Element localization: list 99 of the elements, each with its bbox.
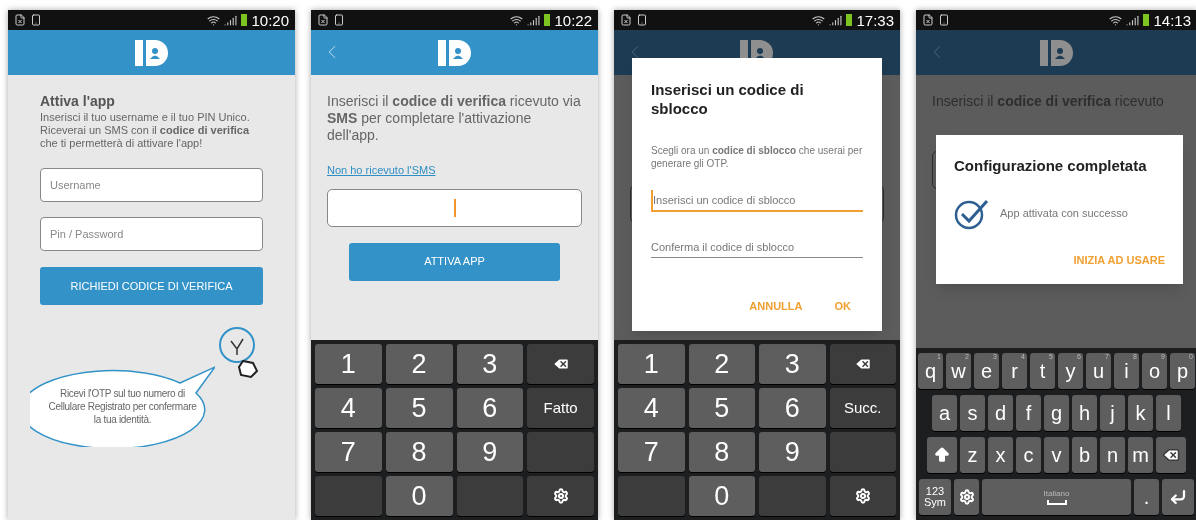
text-cursor: [453, 198, 456, 217]
dialog-title: Configurazione completata: [954, 156, 1148, 176]
battery-icon: [1143, 14, 1150, 26]
digit-key[interactable]: 9: [456, 432, 524, 472]
letter-key[interactable]: s: [960, 395, 985, 431]
digit-key[interactable]: 1: [618, 344, 685, 384]
letter-key[interactable]: k: [1128, 395, 1153, 431]
enter-icon: [1169, 488, 1187, 506]
letter-key[interactable]: .: [1134, 479, 1159, 515]
instructions-text: Inserisci il tuo username e il tuo PIN Unico. Riceverai un SMS con il codice di verifica che ti permetterà di attivare l'app!: [40, 111, 251, 150]
digit-key[interactable]: 2: [688, 344, 755, 384]
space-key[interactable]: Italiano: [982, 479, 1131, 515]
settings-key[interactable]: [954, 479, 979, 515]
signal-icon: [1126, 13, 1140, 27]
letter-key[interactable]: v: [1044, 437, 1069, 473]
shift-icon: [933, 446, 951, 464]
document-icon: [922, 14, 934, 26]
text-field[interactable]: Username: [40, 168, 263, 202]
digit-key[interactable]: 2: [385, 344, 453, 384]
screen-heading: Attiva l'app: [40, 93, 116, 109]
status-time: 10:22: [554, 12, 592, 28]
enter-key[interactable]: [1162, 479, 1194, 515]
unlock-code-field[interactable]: Inserisci un codice di sblocco: [651, 190, 863, 212]
digit-key[interactable]: 5: [385, 388, 453, 428]
status-time: 10:20: [251, 12, 289, 28]
logo-icon: [437, 39, 472, 66]
instructions-text: Inserisci il codice di verifica ricevuto via SMS per completare l'attivazione dell'app.: [327, 93, 582, 144]
unlock-code-field[interactable]: Conferma il codice di sblocco: [651, 236, 863, 258]
wifi-icon: [510, 13, 524, 27]
phone-icon: [636, 14, 648, 26]
settings-key[interactable]: [527, 476, 594, 516]
settings-icon: [854, 488, 871, 504]
letter-key[interactable]: z: [960, 437, 985, 473]
dialog-title: Inserisci un codice di sblocco: [651, 80, 805, 118]
wifi-icon: [812, 13, 826, 27]
document-icon: [317, 14, 329, 26]
phone-icon: [938, 14, 950, 26]
letter-key[interactable]: l: [1156, 395, 1181, 431]
digit-key[interactable]: 1: [315, 344, 382, 384]
letter-key[interactable]: b: [1072, 437, 1097, 473]
digit-key[interactable]: 0: [385, 476, 453, 516]
backspace-key[interactable]: [1156, 437, 1186, 473]
symbols-key[interactable]: 123 Sym: [919, 479, 951, 515]
signal-icon: [527, 13, 541, 27]
signal-icon: [224, 13, 238, 27]
letter-key[interactable]: j: [1100, 395, 1125, 431]
signal-icon: [829, 13, 843, 27]
document-icon: [14, 14, 26, 26]
letter-key[interactable]: m: [1128, 437, 1153, 473]
battery-icon: [846, 14, 853, 26]
digit-key[interactable]: 3: [759, 344, 826, 384]
dialog-message: App attivata con successo: [1000, 206, 1128, 222]
letter-key[interactable]: g: [1044, 395, 1069, 431]
letter-key[interactable]: c: [1016, 437, 1041, 473]
status-time: 14:13: [1153, 12, 1191, 28]
letter-key[interactable]: a: [932, 395, 957, 431]
digit-key[interactable]: 3: [456, 344, 524, 384]
digit-key[interactable]: 9: [759, 432, 826, 472]
settings-icon: [552, 488, 569, 504]
dialog-text: Scegli ora un codice di sblocco che userai per generare gli OTP.: [651, 144, 863, 170]
digit-key[interactable]: 4: [618, 388, 685, 428]
text-field[interactable]: Pin / Password: [40, 217, 263, 251]
phone-icon: [333, 14, 345, 26]
check-circle-icon: [954, 197, 990, 230]
backspace-icon: [1162, 446, 1180, 464]
digit-key[interactable]: 4: [315, 388, 382, 428]
action-key[interactable]: Succ.: [829, 388, 896, 428]
battery-icon: [241, 14, 248, 26]
document-icon: [620, 14, 632, 26]
letter-key[interactable]: n: [1100, 437, 1125, 473]
wifi-icon: [1109, 13, 1123, 27]
tip-text: Ricevi l'OTP sul tuo numero di Cellulare Registrato per confermare la tua identità.: [47, 386, 198, 426]
digit-key[interactable]: 8: [688, 432, 755, 472]
digit-key[interactable]: 5: [688, 388, 755, 428]
backspace-key[interactable]: [829, 344, 896, 384]
logo-icon: [134, 39, 169, 66]
logo-icon: [1039, 39, 1074, 66]
action-key[interactable]: Fatto: [527, 388, 594, 428]
letter-key[interactable]: f: [1016, 395, 1041, 431]
request-code-button[interactable]: RICHIEDI CODICE DI VERIFICA: [40, 267, 263, 305]
code-field[interactable]: [327, 188, 582, 227]
letter-key[interactable]: x: [988, 437, 1013, 473]
digit-key[interactable]: 6: [456, 388, 524, 428]
status-time: 17:33: [856, 12, 894, 28]
shift-key[interactable]: [927, 437, 957, 473]
wifi-icon: [207, 13, 221, 27]
digit-key[interactable]: 6: [759, 388, 826, 428]
phone-icon: [30, 14, 42, 26]
digit-key[interactable]: 7: [315, 432, 382, 472]
backspace-key[interactable]: [527, 344, 594, 384]
letter-key[interactable]: d: [988, 395, 1013, 431]
battery-icon: [544, 14, 551, 26]
settings-icon: [958, 489, 975, 505]
settings-key[interactable]: [829, 476, 896, 516]
activate-app-button[interactable]: ATTIVA APP: [349, 242, 560, 281]
digit-key[interactable]: 8: [385, 432, 453, 472]
letter-key[interactable]: h: [1072, 395, 1097, 431]
digit-key[interactable]: 7: [618, 432, 685, 472]
digit-key[interactable]: 0: [688, 476, 755, 516]
